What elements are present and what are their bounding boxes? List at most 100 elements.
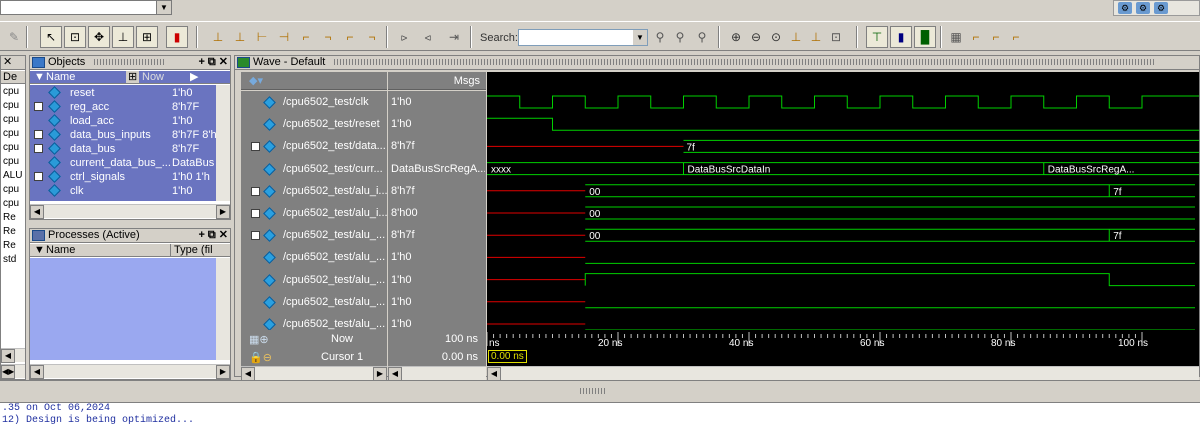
filter-icon[interactable]: ⊞: [126, 71, 140, 83]
collapse-bus-icon[interactable]: ⪦: [418, 26, 438, 48]
simulate-break-icon[interactable]: ⚙: [1154, 2, 1168, 14]
expand-icon[interactable]: +: [251, 186, 260, 196]
find-rising-icon[interactable]: ¬: [362, 26, 382, 48]
vertical-scrollbar[interactable]: [216, 258, 230, 360]
add-icon[interactable]: +: [198, 56, 204, 69]
stop-icon[interactable]: ▮: [166, 26, 188, 48]
wave-style-1-icon[interactable]: ⌐: [966, 26, 986, 48]
scroll-right-icon[interactable]: ▶: [216, 205, 230, 219]
expand-icon[interactable]: +: [34, 172, 43, 181]
prev-edge-icon[interactable]: ⊢: [252, 26, 272, 48]
horizontal-scrollbar[interactable]: ◀: [388, 366, 486, 381]
cursor-marker[interactable]: 0.00 ns: [488, 350, 527, 363]
scroll-right-icon[interactable]: ▶: [373, 367, 387, 381]
horizontal-scrollbar[interactable]: ◀: [1, 348, 25, 363]
scroll-left-icon[interactable]: ◀: [1, 349, 15, 363]
edit-icon[interactable]: ✎: [4, 26, 24, 48]
design-item[interactable]: cpu: [3, 197, 19, 211]
wave-style-3-icon[interactable]: ⌐: [1006, 26, 1026, 48]
cursor-mode-icon[interactable]: ⊞: [136, 26, 158, 48]
scroll-left-icon[interactable]: ◀: [241, 367, 255, 381]
object-row[interactable]: current_data_bus_... DataBus: [30, 156, 216, 170]
design-item[interactable]: std: [3, 253, 16, 267]
layout-combo[interactable]: ▼: [0, 0, 172, 15]
wave-signal-row[interactable]: + /cpu6502_test/alu_...: [241, 224, 387, 247]
horizontal-scrollbar[interactable]: ◀▶: [241, 366, 387, 381]
time-ruler[interactable]: ns 20 ns 40 ns 60 ns 80 ns 100 ns 0.00 ns: [486, 330, 1199, 366]
pan-mode-icon[interactable]: ✥: [88, 26, 110, 48]
undock-icon[interactable]: ⧉: [208, 229, 216, 242]
design-item[interactable]: cpu: [3, 141, 19, 155]
chevron-down-icon[interactable]: ▼: [633, 30, 647, 45]
format-event-icon[interactable]: █: [914, 26, 936, 48]
simulate-options-icon[interactable]: ⚙: [1136, 2, 1150, 14]
expand-icon[interactable]: +: [251, 142, 260, 152]
wave-signal-row[interactable]: /cpu6502_test/alu_...: [241, 269, 387, 292]
wave-signal-row[interactable]: + /cpu6502_test/alu_i...: [241, 202, 387, 225]
design-item[interactable]: Re: [3, 225, 16, 239]
scroll-left-icon[interactable]: ◀: [30, 205, 44, 219]
sort-icon[interactable]: ▼: [34, 71, 45, 83]
wave-canvas[interactable]: 7f xxxx DataBusSrcDataIn DataBusSrcRegA... 0…: [487, 72, 1199, 331]
find-falling-icon[interactable]: ⌐: [340, 26, 360, 48]
design-item[interactable]: cpu: [3, 85, 19, 99]
zoom-last-icon[interactable]: ⊡: [826, 26, 846, 48]
close-icon[interactable]: ✕: [3, 56, 12, 68]
scroll-right-icon[interactable]: ▶: [190, 71, 198, 83]
design-item[interactable]: Re: [3, 239, 16, 253]
undock-icon[interactable]: ⧉: [208, 56, 216, 69]
horizontal-scrollbar[interactable]: ◀▶: [1, 364, 25, 379]
format-logic-icon[interactable]: ▮: [890, 26, 912, 48]
expand-icon[interactable]: +: [34, 130, 43, 139]
delete-cursor-icon[interactable]: ⊥: [230, 26, 250, 48]
scroll-left-icon[interactable]: ◀: [388, 367, 402, 381]
object-row[interactable]: reset 1'h0: [30, 86, 216, 100]
scroll-left-icon[interactable]: ◀▶: [1, 365, 15, 379]
search-go-icon[interactable]: ⚲: [692, 26, 712, 48]
select-mode-icon[interactable]: ↖: [40, 26, 62, 48]
object-row[interactable]: + data_bus 8'h7F: [30, 142, 216, 156]
zoom-mode-icon[interactable]: ⊡: [64, 26, 86, 48]
close-icon[interactable]: ✕: [219, 229, 228, 242]
design-item[interactable]: cpu: [3, 113, 19, 127]
grid-icon[interactable]: ▦: [946, 26, 966, 48]
drag-grip[interactable]: [334, 59, 1155, 66]
search-input[interactable]: ▼: [518, 29, 648, 46]
scroll-left-icon[interactable]: ◀: [487, 367, 501, 381]
zoom-full-icon[interactable]: ⊙: [766, 26, 786, 48]
close-icon[interactable]: ✕: [219, 56, 228, 69]
drag-grip[interactable]: [580, 388, 606, 394]
format-literal-icon[interactable]: ⊤: [866, 26, 888, 48]
wave-signal-row[interactable]: /cpu6502_test/clk: [241, 91, 387, 114]
add-icon[interactable]: +: [198, 229, 204, 242]
wave-style-2-icon[interactable]: ⌐: [986, 26, 1006, 48]
expand-icon[interactable]: +: [251, 209, 260, 218]
horizontal-scrollbar[interactable]: ◀: [487, 366, 1199, 381]
scroll-right-icon[interactable]: ▶: [216, 365, 230, 379]
wave-signal-row[interactable]: + /cpu6502_test/alu_i...: [241, 180, 387, 203]
object-row[interactable]: load_acc 1'h0: [30, 114, 216, 128]
expand-bus-icon[interactable]: ⪧: [394, 26, 414, 48]
wave-signal-row[interactable]: /cpu6502_test/alu_...: [241, 291, 387, 314]
horizontal-scrollbar[interactable]: ◀▶: [30, 364, 230, 379]
insert-cursor-icon[interactable]: ⊥: [208, 26, 228, 48]
wave-signal-row[interactable]: + /cpu6502_test/data...: [241, 135, 387, 158]
wave-signal-row[interactable]: /cpu6502_test/reset: [241, 113, 387, 136]
object-row[interactable]: + reg_acc 8'h7F: [30, 100, 216, 114]
splitter-bar[interactable]: [0, 380, 1200, 400]
zoom-out-icon[interactable]: ⊖: [746, 26, 766, 48]
wave-options-icon[interactable]: ◆▾: [249, 74, 263, 87]
sort-icon[interactable]: ▼: [34, 244, 45, 256]
step-icon[interactable]: ⇥: [444, 26, 464, 48]
wave-signal-row[interactable]: /cpu6502_test/curr...: [241, 158, 387, 181]
expand-icon[interactable]: +: [34, 102, 43, 111]
cursor-icon[interactable]: 🔒⊖: [249, 351, 272, 364]
wave-signal-row[interactable]: /cpu6502_test/alu_...: [241, 246, 387, 269]
design-item[interactable]: cpu: [3, 99, 19, 113]
edge-mode-icon[interactable]: ⊥: [112, 26, 134, 48]
find-icon[interactable]: ⚲: [650, 26, 670, 48]
design-item[interactable]: ALU: [3, 169, 22, 183]
expand-icon[interactable]: +: [34, 144, 43, 153]
design-item[interactable]: cpu: [3, 127, 19, 141]
simulate-icon[interactable]: ⚙: [1118, 2, 1132, 14]
